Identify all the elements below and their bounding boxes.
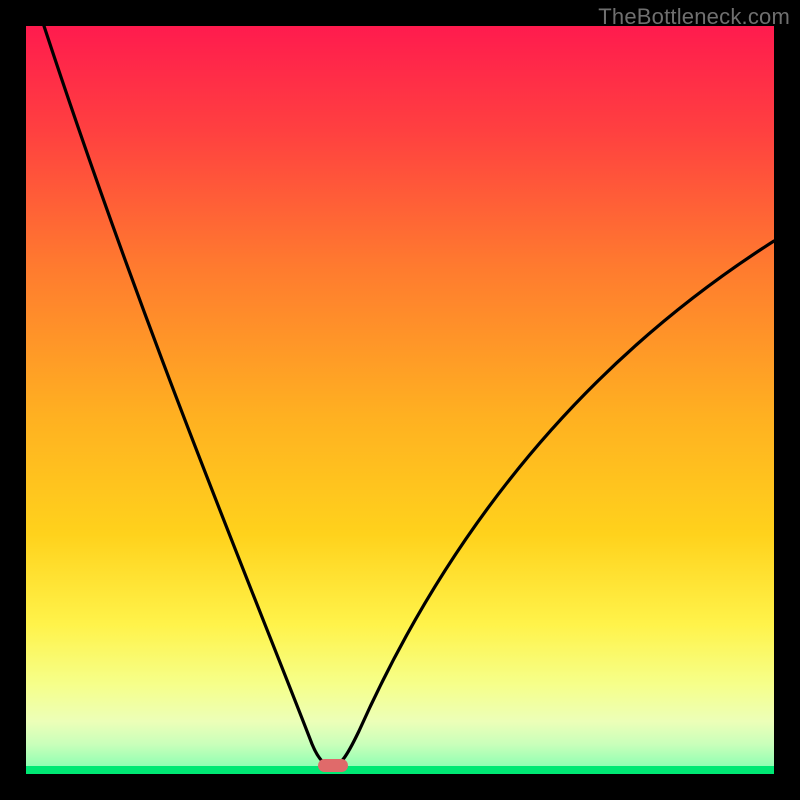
gradient-background bbox=[26, 26, 774, 774]
chart-frame: TheBottleneck.com bbox=[0, 0, 800, 800]
green-baseline-band bbox=[26, 766, 774, 774]
bottleneck-plot-svg bbox=[26, 26, 774, 774]
plot-area bbox=[26, 26, 774, 774]
vertex-marker bbox=[318, 759, 348, 772]
